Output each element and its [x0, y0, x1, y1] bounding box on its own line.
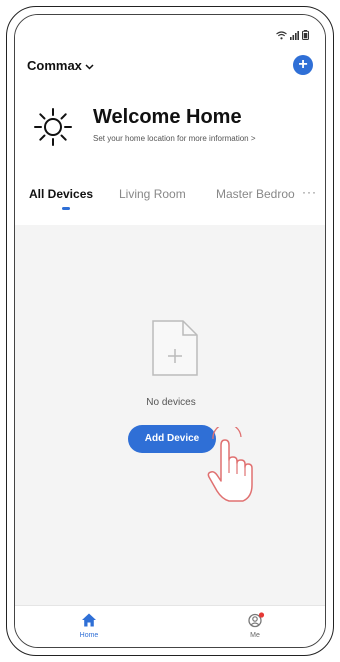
nav-home-label: Home: [79, 632, 99, 639]
tab-master-bedroom[interactable]: Master Bedroo: [216, 187, 295, 201]
tab-living-room[interactable]: Living Room: [119, 187, 186, 201]
sun-icon: [33, 107, 73, 147]
wifi-icon: [276, 27, 287, 45]
signal-icon: [290, 27, 299, 45]
no-devices-message: No devices: [146, 397, 196, 408]
bottom-nav: Home Me: [15, 605, 325, 647]
app-screen: Commax + Welcome Home Set your home loca…: [14, 14, 326, 648]
battery-icon: [302, 27, 309, 45]
nav-me-label: Me: [250, 632, 260, 639]
welcome-banner[interactable]: Welcome Home Set your home location for …: [31, 103, 321, 153]
empty-file-icon: [151, 319, 199, 377]
status-bar: [276, 27, 309, 45]
home-icon: [81, 612, 97, 628]
active-tab-indicator: [62, 207, 70, 210]
home-name: Commax: [27, 58, 82, 73]
tap-hand-icon: [203, 423, 255, 509]
nav-me[interactable]: Me: [225, 606, 285, 647]
home-selector[interactable]: Commax: [27, 58, 94, 73]
profile-icon: [247, 612, 265, 628]
welcome-subtitle-link[interactable]: Set your home location for more informat…: [93, 134, 256, 143]
room-tabs: All Devices Living Room Master Bedroo ··…: [15, 185, 325, 217]
nav-home[interactable]: Home: [59, 606, 119, 647]
tab-all-devices[interactable]: All Devices: [29, 187, 93, 201]
chevron-down-icon: [85, 58, 94, 73]
more-tabs-icon[interactable]: ···: [302, 185, 317, 199]
welcome-title: Welcome Home: [93, 106, 242, 128]
add-button[interactable]: +: [293, 55, 313, 75]
